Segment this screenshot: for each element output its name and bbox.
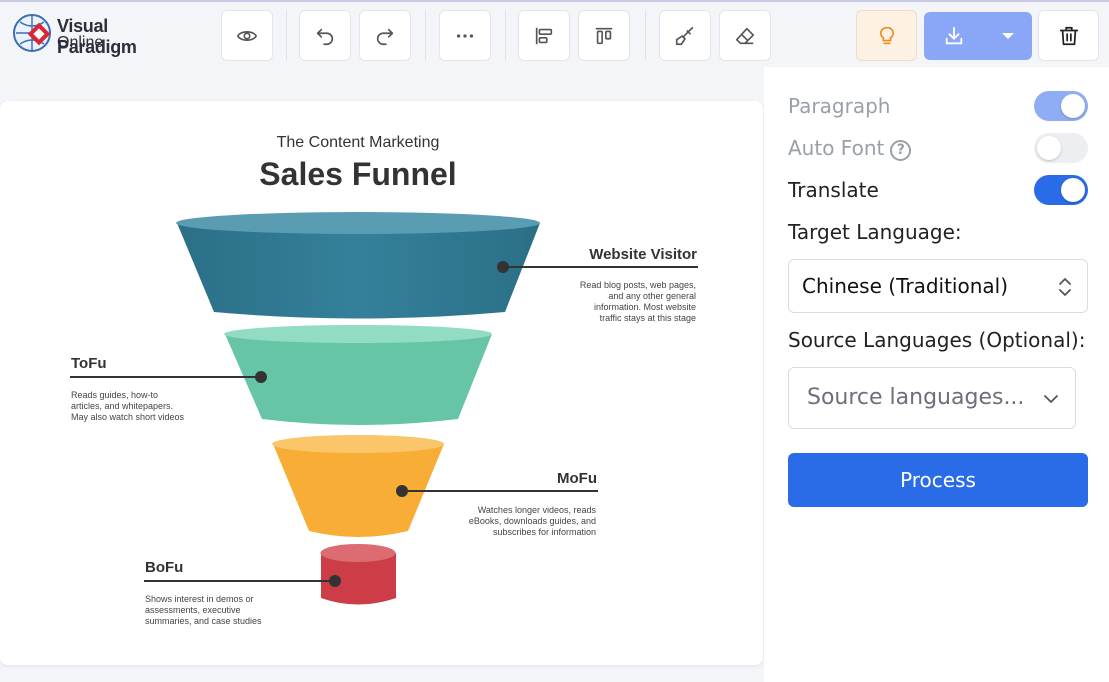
stage-desc-line: subscribes for information <box>493 527 596 537</box>
undo-button[interactable] <box>299 10 351 61</box>
stage-desc-line: Read blog posts, web pages, <box>580 280 696 290</box>
caret-down-icon <box>1002 33 1014 39</box>
stage-name: BoFu <box>145 559 183 576</box>
source-languages-select[interactable]: Source languages... <box>788 367 1076 429</box>
preview-button[interactable] <box>221 10 273 61</box>
auto-font-text: Auto Font <box>788 136 885 160</box>
stage-name: ToFu <box>71 355 107 372</box>
bulb-icon <box>879 26 894 44</box>
download-button[interactable] <box>924 12 984 60</box>
align-top-icon <box>595 27 613 44</box>
redo-icon <box>376 28 394 45</box>
target-language-label: Target Language: <box>788 220 962 244</box>
funnel-stage-website-visitor[interactable] <box>176 212 540 319</box>
process-button[interactable]: Process <box>788 453 1088 507</box>
infographic-subtitle: The Content Marketing <box>277 134 440 151</box>
source-languages-label: Source Languages (Optional): <box>788 328 1086 352</box>
paragraph-label: Paragraph <box>788 94 891 118</box>
download-icon <box>945 26 963 45</box>
toolbar-divider <box>286 10 287 60</box>
translate-toggle[interactable] <box>1034 175 1088 205</box>
logo-text-line2: Online <box>57 34 104 51</box>
stage-name: MoFu <box>557 470 597 487</box>
target-language-value: Chinese (Traditional) <box>802 274 1008 298</box>
paragraph-toggle[interactable] <box>1034 91 1088 121</box>
help-icon[interactable]: ? <box>890 140 912 161</box>
logo-icon <box>13 14 51 52</box>
auto-font-toggle[interactable] <box>1034 133 1088 163</box>
stage-name: Website Visitor <box>589 246 697 263</box>
redo-button[interactable] <box>359 10 411 61</box>
stage-desc-line: information. Most website <box>594 302 696 312</box>
funnel-stage-mofu[interactable] <box>272 435 444 537</box>
stage-desc-line: Shows interest in demos or <box>145 594 254 604</box>
align-top-button[interactable] <box>578 10 630 61</box>
stage-desc-line: Watches longer videos, reads <box>478 505 597 515</box>
align-left-icon <box>535 27 553 44</box>
target-language-select[interactable]: Chinese (Traditional) <box>788 259 1088 313</box>
toolbar: Visual Paradigm Online <box>0 0 1109 67</box>
stage-desc-line: articles, and whitepapers. <box>71 401 173 411</box>
updown-chevron-icon <box>1059 278 1071 296</box>
eraser-button[interactable] <box>719 10 771 61</box>
funnel-stage-bofu[interactable] <box>320 544 397 605</box>
eye-icon <box>236 30 258 41</box>
source-languages-placeholder: Source languages... <box>807 385 1025 410</box>
infographic-title: Sales Funnel <box>259 156 456 192</box>
tips-button[interactable] <box>856 10 917 61</box>
download-options-button[interactable] <box>984 12 1032 60</box>
more-button[interactable] <box>439 10 491 61</box>
stage-desc-line: assessments, executive <box>145 605 241 615</box>
download-button-group <box>924 12 1032 60</box>
stage-desc-line: eBooks, downloads guides, and <box>469 516 596 526</box>
toolbar-divider <box>645 10 646 60</box>
eraser-icon <box>735 27 755 44</box>
auto-font-label: Auto Font? <box>788 136 912 161</box>
stage-desc-line: Reads guides, how-to <box>71 390 158 400</box>
align-left-button[interactable] <box>518 10 570 61</box>
translate-label: Translate <box>788 178 879 202</box>
stage-desc-line: and any other general <box>608 291 696 301</box>
stage-desc-line: summaries, and case studies <box>145 616 262 626</box>
sales-funnel-infographic: The Content Marketing Sales Funnel Websi… <box>70 134 698 626</box>
trash-icon <box>1059 26 1078 45</box>
toolbar-divider <box>425 10 426 60</box>
more-icon <box>456 33 474 38</box>
stage-desc-line: traffic stays at this stage <box>600 313 696 323</box>
delete-button[interactable] <box>1038 10 1099 61</box>
callout-bofu: BoFu Shows interest in demos or assessme… <box>144 559 341 626</box>
undo-icon <box>316 28 334 45</box>
callout-tofu: ToFu Reads guides, how-to articles, and … <box>70 355 267 422</box>
app-logo[interactable]: Visual Paradigm Online <box>12 12 192 58</box>
chevron-down-icon <box>1044 395 1058 403</box>
brush-icon <box>675 26 694 45</box>
callout-website-visitor: Website Visitor Read blog posts, web pag… <box>497 246 698 323</box>
stage-desc-line: May also watch short videos <box>71 412 185 422</box>
design-canvas[interactable]: The Content Marketing Sales Funnel Websi… <box>0 101 763 665</box>
format-painter-button[interactable] <box>659 10 711 61</box>
toolbar-divider <box>505 10 506 60</box>
translate-settings-panel: Paragraph Auto Font? Translate Target La… <box>764 67 1109 682</box>
